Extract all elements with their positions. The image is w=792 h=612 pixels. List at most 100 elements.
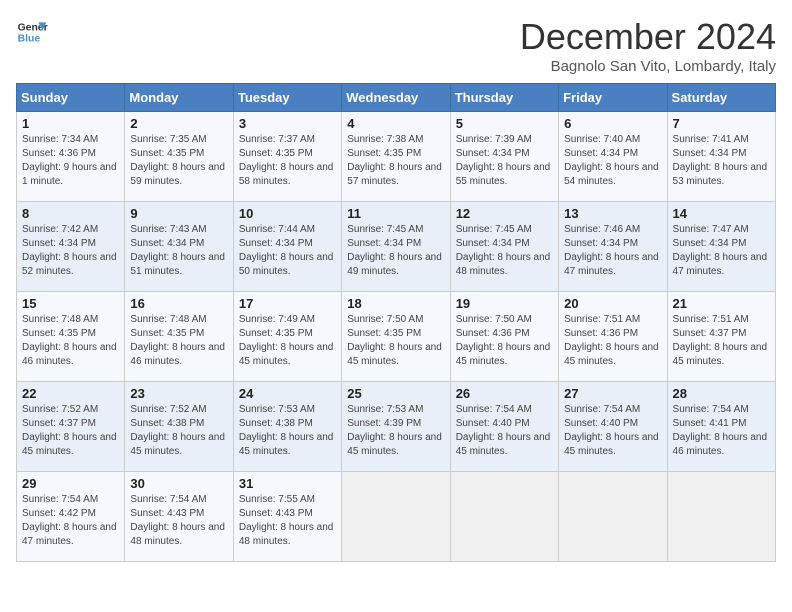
logo-icon: General Blue	[16, 16, 48, 48]
calendar-empty-cell	[559, 472, 667, 562]
day-number: 9	[130, 206, 227, 221]
calendar-day-1: 1 Sunrise: 7:34 AMSunset: 4:36 PMDayligh…	[17, 112, 125, 202]
day-detail: Sunrise: 7:54 AMSunset: 4:40 PMDaylight:…	[456, 403, 553, 459]
calendar-day-3: 3 Sunrise: 7:37 AMSunset: 4:35 PMDayligh…	[233, 112, 341, 202]
location: Bagnolo San Vito, Lombardy, Italy	[520, 58, 776, 75]
day-number: 23	[130, 386, 227, 401]
calendar-header-thursday: Thursday	[450, 84, 558, 112]
day-detail: Sunrise: 7:48 AMSunset: 4:35 PMDaylight:…	[130, 313, 227, 369]
month-title: December 2024	[520, 16, 776, 58]
day-number: 4	[347, 116, 444, 131]
calendar-empty-cell	[342, 472, 450, 562]
calendar-day-28: 28 Sunrise: 7:54 AMSunset: 4:41 PMDaylig…	[667, 382, 775, 472]
calendar-week-3: 15 Sunrise: 7:48 AMSunset: 4:35 PMDaylig…	[17, 292, 776, 382]
calendar-header-friday: Friday	[559, 84, 667, 112]
day-detail: Sunrise: 7:53 AMSunset: 4:39 PMDaylight:…	[347, 403, 444, 459]
day-detail: Sunrise: 7:35 AMSunset: 4:35 PMDaylight:…	[130, 133, 227, 189]
day-number: 2	[130, 116, 227, 131]
calendar-day-20: 20 Sunrise: 7:51 AMSunset: 4:36 PMDaylig…	[559, 292, 667, 382]
day-detail: Sunrise: 7:37 AMSunset: 4:35 PMDaylight:…	[239, 133, 336, 189]
day-number: 29	[22, 476, 119, 491]
calendar-header-monday: Monday	[125, 84, 233, 112]
calendar-header-saturday: Saturday	[667, 84, 775, 112]
calendar-table: SundayMondayTuesdayWednesdayThursdayFrid…	[16, 83, 776, 562]
day-detail: Sunrise: 7:54 AMSunset: 4:40 PMDaylight:…	[564, 403, 661, 459]
day-detail: Sunrise: 7:55 AMSunset: 4:43 PMDaylight:…	[239, 493, 336, 549]
calendar-day-10: 10 Sunrise: 7:44 AMSunset: 4:34 PMDaylig…	[233, 202, 341, 292]
day-detail: Sunrise: 7:45 AMSunset: 4:34 PMDaylight:…	[456, 223, 553, 279]
calendar-day-7: 7 Sunrise: 7:41 AMSunset: 4:34 PMDayligh…	[667, 112, 775, 202]
calendar-day-31: 31 Sunrise: 7:55 AMSunset: 4:43 PMDaylig…	[233, 472, 341, 562]
day-detail: Sunrise: 7:54 AMSunset: 4:41 PMDaylight:…	[673, 403, 770, 459]
day-detail: Sunrise: 7:45 AMSunset: 4:34 PMDaylight:…	[347, 223, 444, 279]
day-number: 26	[456, 386, 553, 401]
day-number: 22	[22, 386, 119, 401]
day-detail: Sunrise: 7:41 AMSunset: 4:34 PMDaylight:…	[673, 133, 770, 189]
day-number: 18	[347, 296, 444, 311]
day-number: 6	[564, 116, 661, 131]
calendar-empty-cell	[667, 472, 775, 562]
calendar-day-2: 2 Sunrise: 7:35 AMSunset: 4:35 PMDayligh…	[125, 112, 233, 202]
day-detail: Sunrise: 7:39 AMSunset: 4:34 PMDaylight:…	[456, 133, 553, 189]
day-number: 11	[347, 206, 444, 221]
day-detail: Sunrise: 7:54 AMSunset: 4:42 PMDaylight:…	[22, 493, 119, 549]
day-detail: Sunrise: 7:42 AMSunset: 4:34 PMDaylight:…	[22, 223, 119, 279]
day-number: 1	[22, 116, 119, 131]
calendar-header-sunday: Sunday	[17, 84, 125, 112]
day-number: 16	[130, 296, 227, 311]
svg-text:Blue: Blue	[18, 34, 41, 45]
calendar-day-30: 30 Sunrise: 7:54 AMSunset: 4:43 PMDaylig…	[125, 472, 233, 562]
calendar-day-6: 6 Sunrise: 7:40 AMSunset: 4:34 PMDayligh…	[559, 112, 667, 202]
logo: General Blue	[16, 16, 48, 48]
day-number: 17	[239, 296, 336, 311]
calendar-week-5: 29 Sunrise: 7:54 AMSunset: 4:42 PMDaylig…	[17, 472, 776, 562]
day-detail: Sunrise: 7:47 AMSunset: 4:34 PMDaylight:…	[673, 223, 770, 279]
day-number: 5	[456, 116, 553, 131]
day-number: 10	[239, 206, 336, 221]
calendar-day-5: 5 Sunrise: 7:39 AMSunset: 4:34 PMDayligh…	[450, 112, 558, 202]
day-number: 21	[673, 296, 770, 311]
calendar-day-27: 27 Sunrise: 7:54 AMSunset: 4:40 PMDaylig…	[559, 382, 667, 472]
calendar-week-1: 1 Sunrise: 7:34 AMSunset: 4:36 PMDayligh…	[17, 112, 776, 202]
calendar-day-29: 29 Sunrise: 7:54 AMSunset: 4:42 PMDaylig…	[17, 472, 125, 562]
day-number: 28	[673, 386, 770, 401]
day-number: 19	[456, 296, 553, 311]
calendar-day-23: 23 Sunrise: 7:52 AMSunset: 4:38 PMDaylig…	[125, 382, 233, 472]
calendar-day-24: 24 Sunrise: 7:53 AMSunset: 4:38 PMDaylig…	[233, 382, 341, 472]
calendar-day-12: 12 Sunrise: 7:45 AMSunset: 4:34 PMDaylig…	[450, 202, 558, 292]
day-number: 13	[564, 206, 661, 221]
day-detail: Sunrise: 7:38 AMSunset: 4:35 PMDaylight:…	[347, 133, 444, 189]
day-detail: Sunrise: 7:46 AMSunset: 4:34 PMDaylight:…	[564, 223, 661, 279]
day-detail: Sunrise: 7:54 AMSunset: 4:43 PMDaylight:…	[130, 493, 227, 549]
calendar-day-15: 15 Sunrise: 7:48 AMSunset: 4:35 PMDaylig…	[17, 292, 125, 382]
day-number: 7	[673, 116, 770, 131]
calendar-empty-cell	[450, 472, 558, 562]
calendar-day-8: 8 Sunrise: 7:42 AMSunset: 4:34 PMDayligh…	[17, 202, 125, 292]
day-detail: Sunrise: 7:44 AMSunset: 4:34 PMDaylight:…	[239, 223, 336, 279]
day-detail: Sunrise: 7:49 AMSunset: 4:35 PMDaylight:…	[239, 313, 336, 369]
day-number: 27	[564, 386, 661, 401]
day-detail: Sunrise: 7:43 AMSunset: 4:34 PMDaylight:…	[130, 223, 227, 279]
day-detail: Sunrise: 7:51 AMSunset: 4:36 PMDaylight:…	[564, 313, 661, 369]
day-detail: Sunrise: 7:52 AMSunset: 4:37 PMDaylight:…	[22, 403, 119, 459]
calendar-header-tuesday: Tuesday	[233, 84, 341, 112]
day-detail: Sunrise: 7:34 AMSunset: 4:36 PMDaylight:…	[22, 133, 119, 189]
calendar-day-16: 16 Sunrise: 7:48 AMSunset: 4:35 PMDaylig…	[125, 292, 233, 382]
day-number: 25	[347, 386, 444, 401]
day-detail: Sunrise: 7:51 AMSunset: 4:37 PMDaylight:…	[673, 313, 770, 369]
calendar-day-17: 17 Sunrise: 7:49 AMSunset: 4:35 PMDaylig…	[233, 292, 341, 382]
page-header: General Blue December 2024 Bagnolo San V…	[16, 16, 776, 75]
day-number: 31	[239, 476, 336, 491]
calendar-week-2: 8 Sunrise: 7:42 AMSunset: 4:34 PMDayligh…	[17, 202, 776, 292]
calendar-day-26: 26 Sunrise: 7:54 AMSunset: 4:40 PMDaylig…	[450, 382, 558, 472]
day-detail: Sunrise: 7:40 AMSunset: 4:34 PMDaylight:…	[564, 133, 661, 189]
day-number: 8	[22, 206, 119, 221]
title-block: December 2024 Bagnolo San Vito, Lombardy…	[520, 16, 776, 75]
calendar-day-19: 19 Sunrise: 7:50 AMSunset: 4:36 PMDaylig…	[450, 292, 558, 382]
day-number: 20	[564, 296, 661, 311]
day-detail: Sunrise: 7:53 AMSunset: 4:38 PMDaylight:…	[239, 403, 336, 459]
calendar-day-22: 22 Sunrise: 7:52 AMSunset: 4:37 PMDaylig…	[17, 382, 125, 472]
day-detail: Sunrise: 7:50 AMSunset: 4:35 PMDaylight:…	[347, 313, 444, 369]
calendar-day-9: 9 Sunrise: 7:43 AMSunset: 4:34 PMDayligh…	[125, 202, 233, 292]
calendar-day-18: 18 Sunrise: 7:50 AMSunset: 4:35 PMDaylig…	[342, 292, 450, 382]
